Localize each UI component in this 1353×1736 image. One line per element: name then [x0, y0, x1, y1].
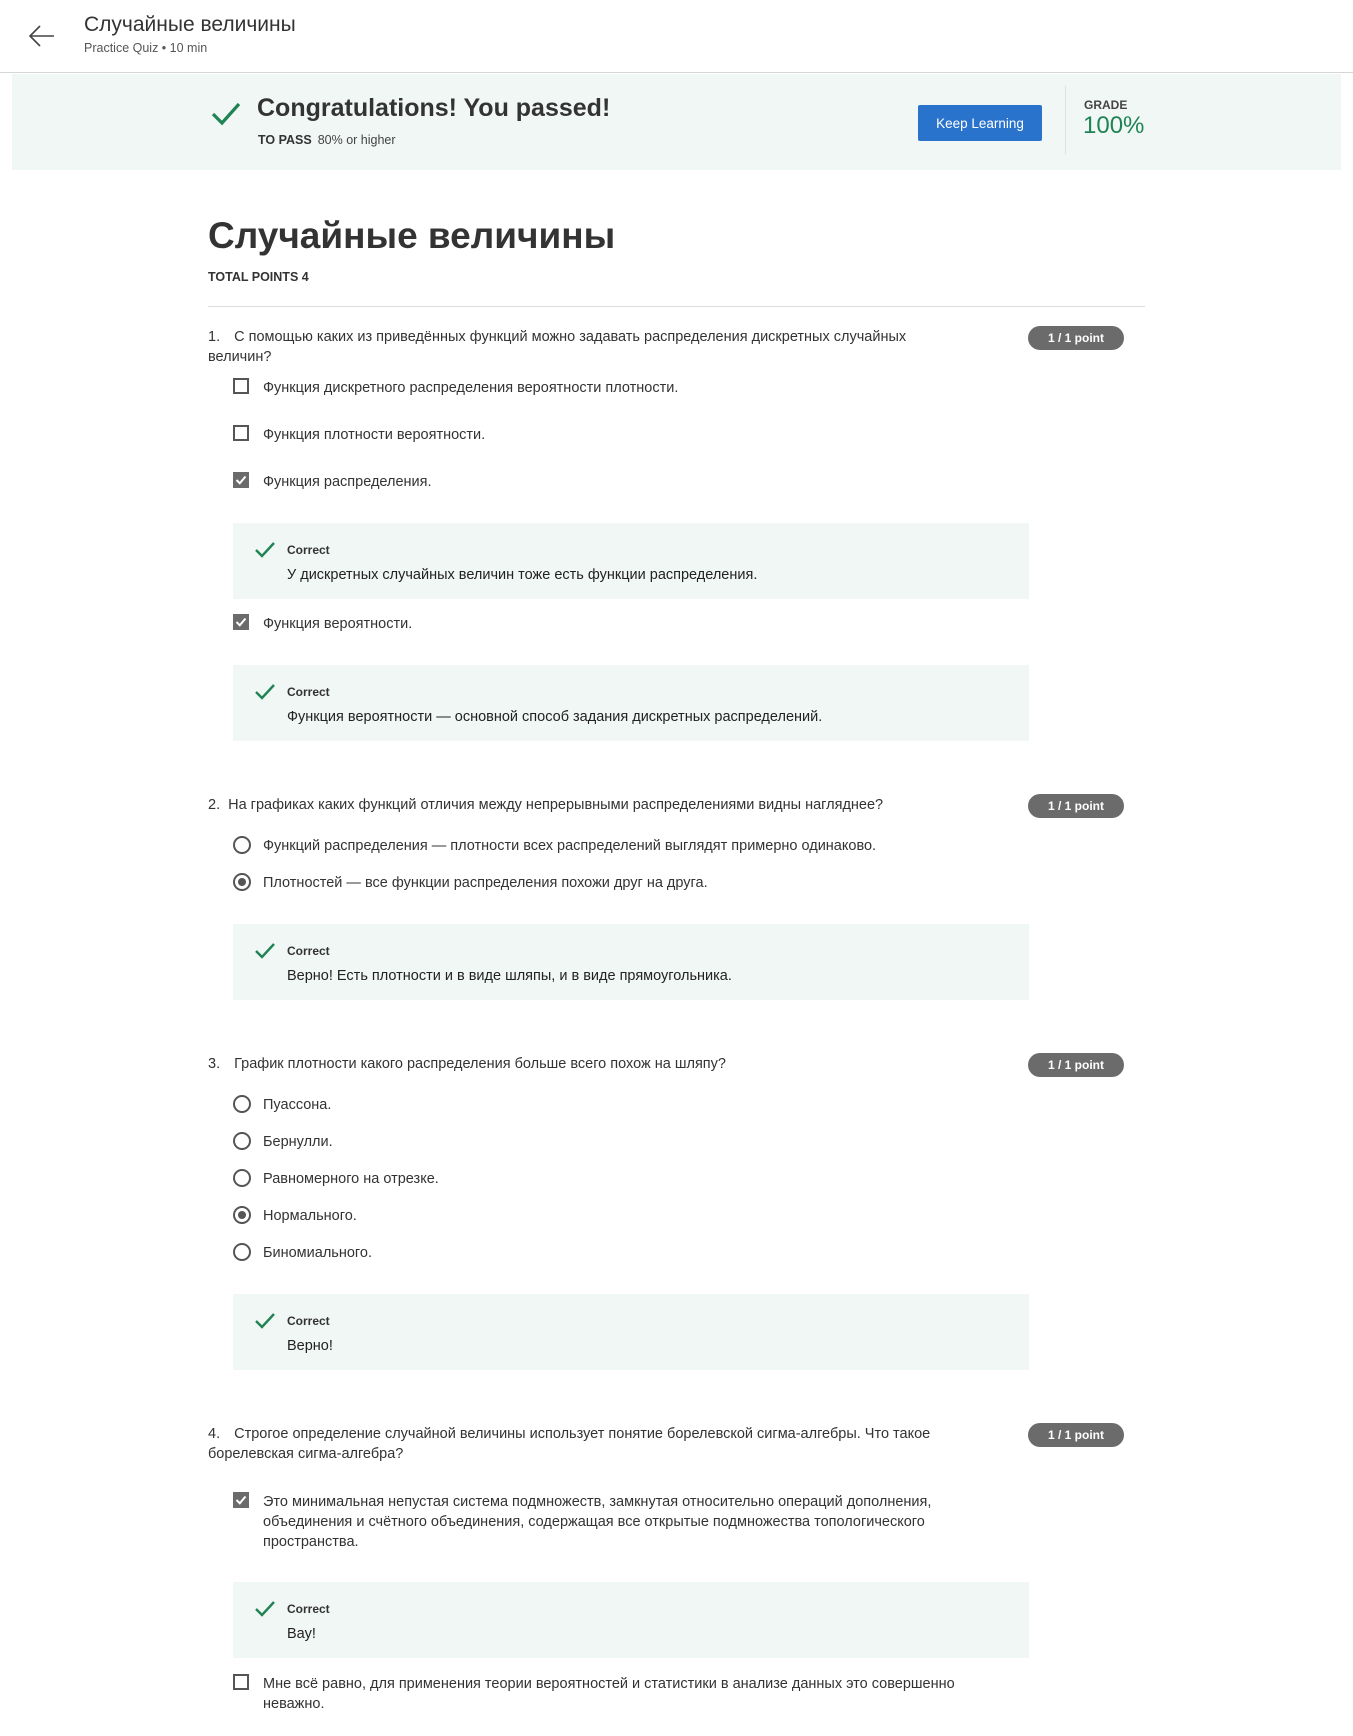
checkmark-icon: [235, 1495, 247, 1505]
points-badge: 1 / 1 point: [1028, 1053, 1124, 1077]
check-icon: [255, 1601, 275, 1617]
feedback-label: Correct: [287, 543, 330, 557]
option-label: Функция дискретного распределения вероят…: [263, 380, 679, 396]
pass-message: Congratulations! You passed!: [257, 94, 611, 122]
feedback-label: Correct: [287, 944, 330, 958]
q1-option-1[interactable]: Функция дискретного распределения вероят…: [233, 378, 993, 398]
q3-option-1[interactable]: Пуассона.: [233, 1095, 993, 1115]
checkbox-checked[interactable]: [233, 472, 249, 488]
page-header-subtitle: Practice Quiz • 10 min: [84, 41, 208, 55]
question-3-text: 3. График плотности какого распределения …: [208, 1054, 968, 1074]
q1-option-4[interactable]: Функция вероятности.: [233, 614, 993, 634]
check-icon: [255, 684, 275, 700]
question-2-text: 2. На графиках каких функций отличия межд…: [208, 795, 968, 815]
q2-option-2[interactable]: Плотностей — все функции распределения п…: [233, 873, 993, 893]
question-number: 2.: [208, 797, 221, 813]
points-badge: 1 / 1 point: [1028, 326, 1124, 350]
question-number: 3.: [208, 1056, 221, 1072]
checkbox-checked[interactable]: [233, 614, 249, 630]
question-prompt: Строгое определение случайной величины и…: [208, 1426, 931, 1462]
checkmark-icon: [235, 617, 247, 627]
checkbox-checked[interactable]: [233, 1492, 249, 1508]
checkmark-icon: [235, 475, 247, 485]
feedback-label: Correct: [287, 1602, 330, 1616]
page-header-title: Случайные величины: [84, 13, 296, 36]
option-label: Это минимальная непустая система подмнож…: [263, 1494, 932, 1550]
option-label: Плотностей — все функции распределения п…: [263, 875, 708, 891]
feedback-correct: Correct Верно!: [233, 1294, 1029, 1370]
check-icon: [255, 943, 275, 959]
q4-option-1[interactable]: Это минимальная непустая система подмнож…: [233, 1492, 993, 1552]
feedback-text: Верно!: [287, 1338, 333, 1354]
grade-divider: [1065, 86, 1066, 154]
to-pass-label: TO PASS: [258, 133, 312, 147]
feedback-label: Correct: [287, 1314, 330, 1328]
q3-option-2[interactable]: Бернулли.: [233, 1132, 993, 1152]
radio-button[interactable]: [233, 1095, 251, 1113]
pass-banner: Congratulations! You passed! TO PASS 80% …: [12, 74, 1341, 170]
feedback-correct: Correct Функция вероятности — основной с…: [233, 665, 1029, 741]
radio-button[interactable]: [233, 1169, 251, 1187]
option-label: Функций распределения — плотности всех р…: [263, 838, 877, 854]
option-label: Мне всё равно, для применения теории вер…: [263, 1676, 955, 1712]
question-1-text: 1. С помощью каких из приведённых функций…: [208, 327, 968, 367]
feedback-label: Correct: [287, 685, 330, 699]
to-pass-value: 80% or higher: [317, 133, 396, 147]
radio-button[interactable]: [233, 836, 251, 854]
question-prompt: С помощью каких из приведённых функций м…: [208, 329, 907, 365]
quiz-title: Случайные величины: [208, 215, 616, 256]
checkbox[interactable]: [233, 425, 249, 441]
check-icon: [255, 542, 275, 558]
q1-option-3[interactable]: Функция распределения.: [233, 472, 993, 492]
radio-button[interactable]: [233, 1243, 251, 1261]
q1-option-2[interactable]: Функция плотности вероятности.: [233, 425, 993, 445]
option-label: Функция плотности вероятности.: [263, 427, 486, 443]
arrow-left-icon: [28, 25, 54, 47]
q3-option-3[interactable]: Равномерного на отрезке.: [233, 1169, 993, 1189]
question-4-text: 4. Строгое определение случайной величины…: [208, 1424, 968, 1464]
feedback-text: У дискретных случайных величин тоже есть…: [287, 567, 758, 583]
radio-button-selected[interactable]: [233, 1206, 251, 1224]
points-badge: 1 / 1 point: [1028, 1423, 1124, 1447]
feedback-correct: Correct Вау!: [233, 1582, 1029, 1658]
radio-button[interactable]: [233, 1132, 251, 1150]
option-label: Пуассона.: [263, 1097, 332, 1113]
q3-option-5[interactable]: Биномиального.: [233, 1243, 993, 1263]
option-label: Равномерного на отрезке.: [263, 1171, 439, 1187]
back-button[interactable]: [26, 20, 58, 52]
top-bar: Случайные величины Practice Quiz • 10 mi…: [0, 0, 1353, 73]
feedback-correct: Correct Верно! Есть плотности и в виде ш…: [233, 924, 1029, 1000]
option-label: Функция вероятности.: [263, 616, 413, 632]
radio-button-selected[interactable]: [233, 873, 251, 891]
option-label: Биномиального.: [263, 1245, 372, 1261]
check-icon: [211, 102, 241, 126]
grade-label: GRADE: [1084, 98, 1128, 112]
total-points: TOTAL POINTS 4: [208, 270, 309, 284]
feedback-text: Функция вероятности — основной способ за…: [287, 709, 823, 725]
check-icon: [255, 1313, 275, 1329]
checkbox[interactable]: [233, 378, 249, 394]
option-label: Нормального.: [263, 1208, 357, 1224]
points-badge: 1 / 1 point: [1028, 794, 1124, 818]
to-pass: TO PASS 80% or higher: [258, 133, 396, 147]
divider: [208, 306, 1145, 307]
keep-learning-button[interactable]: Keep Learning: [918, 105, 1042, 141]
q3-option-4[interactable]: Нормального.: [233, 1206, 993, 1226]
question-prompt: График плотности какого распределения бо…: [234, 1056, 726, 1072]
feedback-text: Вау!: [287, 1626, 316, 1642]
checkbox[interactable]: [233, 1674, 249, 1690]
feedback-text: Верно! Есть плотности и в виде шляпы, и …: [287, 968, 732, 984]
grade-value: 100%: [1083, 112, 1145, 139]
question-number: 1.: [208, 329, 221, 345]
feedback-correct: Correct У дискретных случайных величин т…: [233, 523, 1029, 599]
option-label: Бернулли.: [263, 1134, 333, 1150]
option-label: Функция распределения.: [263, 474, 432, 490]
q2-option-1[interactable]: Функций распределения — плотности всех р…: [233, 836, 993, 856]
q4-option-2[interactable]: Мне всё равно, для применения теории вер…: [233, 1674, 993, 1714]
question-prompt: На графиках каких функций отличия между …: [228, 797, 884, 813]
question-number: 4.: [208, 1426, 221, 1442]
